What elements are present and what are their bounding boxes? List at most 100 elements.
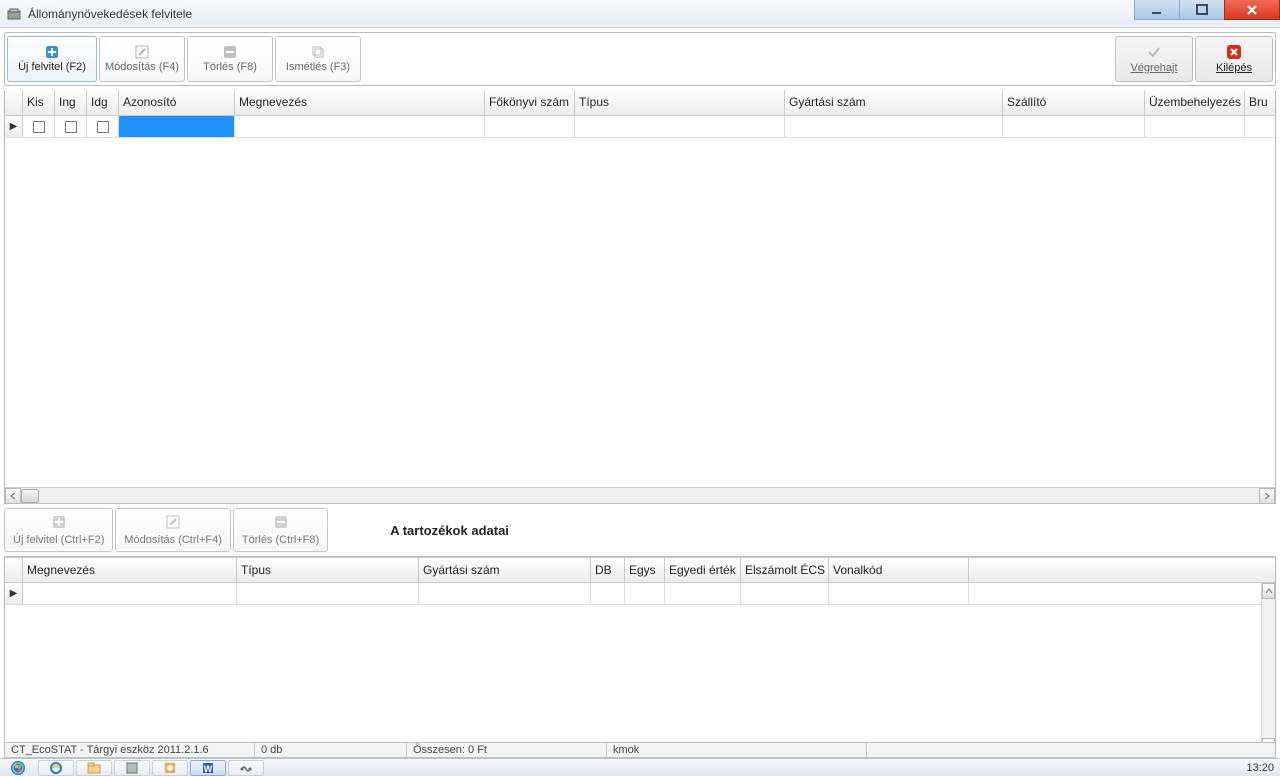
detail-new-button[interactable]: Új felvitel (Ctrl+F2): [4, 508, 113, 552]
row-marker-header: [5, 558, 23, 582]
dcell-tipus[interactable]: [237, 583, 419, 604]
checkbox[interactable]: [65, 121, 77, 133]
dcell-egyedi-ertek[interactable]: [665, 583, 741, 604]
dcol-megnevezes[interactable]: Megnevezés: [23, 558, 237, 582]
close-icon: [1226, 44, 1242, 60]
dcol-egyedi-ertek[interactable]: Egyedi érték: [665, 558, 741, 582]
detail-new-label: Új felvitel (Ctrl+F2): [13, 534, 104, 546]
taskbar-ie-icon[interactable]: [38, 760, 74, 776]
detail-edit-label: Módosítás (Ctrl+F4): [124, 534, 222, 546]
scroll-up-button[interactable]: [1262, 583, 1275, 599]
col-fokonyvi-szam[interactable]: Főkönyvi szám: [485, 90, 575, 115]
col-szallito[interactable]: Szállító: [1003, 90, 1145, 115]
col-gyartasi-szam[interactable]: Gyártási szám: [785, 90, 1003, 115]
dcol-vonalkod[interactable]: Vonalkód: [829, 558, 969, 582]
vertical-scrollbar[interactable]: [1261, 583, 1275, 754]
dcol-egys[interactable]: Egys: [625, 558, 665, 582]
check-icon: [1146, 44, 1162, 60]
edit-icon: [166, 515, 180, 532]
detail-title: A tartozékok adatai: [390, 523, 509, 538]
col-uzembehelyezes[interactable]: Üzembehelyezés: [1145, 90, 1245, 115]
dcell-elszamolt-ecs[interactable]: [741, 583, 829, 604]
cell-uzembehelyezes[interactable]: [1145, 116, 1245, 137]
detail-toolbar: Új felvitel (Ctrl+F2) Módosítás (Ctrl+F4…: [4, 506, 1276, 554]
dcell-megnevezes[interactable]: [23, 583, 237, 604]
taskbar-clock[interactable]: 13:20: [1246, 762, 1274, 774]
dcol-tipus[interactable]: Típus: [237, 558, 419, 582]
cell-ing[interactable]: [55, 116, 87, 137]
cell-fokonyvi-szam[interactable]: [485, 116, 575, 137]
minus-icon: [274, 515, 288, 532]
minus-icon: [223, 45, 237, 59]
col-brutto[interactable]: Bru: [1245, 90, 1273, 115]
edit-button-label: Módosítás (F4): [105, 61, 179, 73]
scroll-thumb[interactable]: [21, 489, 39, 503]
table-row[interactable]: ▶: [5, 116, 1275, 138]
close-button[interactable]: [1224, 0, 1280, 20]
repeat-button[interactable]: Ismétlés (F3): [275, 36, 361, 82]
main-grid: Kis Ing Idg Azonosító Megnevezés Főkönyv…: [4, 90, 1276, 504]
cell-megnevezes[interactable]: [235, 116, 485, 137]
col-tipus[interactable]: Típus: [575, 90, 785, 115]
taskbar-word-icon[interactable]: W: [190, 760, 226, 776]
cell-brutto[interactable]: [1245, 116, 1273, 137]
horizontal-scrollbar[interactable]: [5, 487, 1275, 503]
scroll-track[interactable]: [21, 488, 1259, 504]
taskbar-outlook-icon[interactable]: [152, 760, 188, 776]
checkbox[interactable]: [97, 121, 109, 133]
cell-azonosito[interactable]: [119, 116, 235, 137]
taskbar: W 13:20: [0, 758, 1280, 776]
plus-icon: [45, 45, 59, 59]
new-button[interactable]: Új felvitel (F2): [7, 36, 97, 82]
cell-szallito[interactable]: [1003, 116, 1145, 137]
status-count: 0 db: [255, 743, 407, 757]
exit-button[interactable]: Kilépés: [1195, 36, 1273, 82]
repeat-button-label: Ismétlés (F3): [286, 61, 350, 73]
taskbar-app-icon[interactable]: [114, 760, 150, 776]
col-ing[interactable]: Ing: [55, 90, 87, 115]
current-row-marker: ▶: [5, 583, 23, 604]
detail-grid: Megnevezés Típus Gyártási szám DB Egys E…: [4, 556, 1276, 754]
col-azonosito[interactable]: Azonosító: [119, 90, 235, 115]
col-megnevezes[interactable]: Megnevezés: [235, 90, 485, 115]
start-button[interactable]: [0, 759, 36, 777]
execute-button-label: Végrehajt: [1130, 62, 1177, 74]
col-kis[interactable]: Kis: [23, 90, 55, 115]
scroll-right-button[interactable]: [1259, 488, 1275, 504]
edit-button[interactable]: Módosítás (F4): [99, 36, 185, 82]
delete-button-label: Törlés (F8): [203, 61, 257, 73]
app-icon: [6, 6, 22, 22]
detail-delete-button[interactable]: Törlés (Ctrl+F8): [233, 508, 328, 552]
main-grid-header: Kis Ing Idg Azonosító Megnevezés Főkönyv…: [5, 90, 1275, 116]
dcol-gyartasi-szam[interactable]: Gyártási szám: [419, 558, 591, 582]
cell-gyartasi-szam[interactable]: [785, 116, 1003, 137]
scroll-left-button[interactable]: [5, 488, 21, 504]
titlebar: Állománynövekedések felvitele: [0, 0, 1280, 28]
taskbar-explorer-icon[interactable]: [76, 760, 112, 776]
window-buttons: [1135, 0, 1280, 20]
maximize-button[interactable]: [1179, 0, 1225, 20]
delete-button[interactable]: Törlés (F8): [187, 36, 273, 82]
dcell-db[interactable]: [591, 583, 625, 604]
cell-tipus[interactable]: [575, 116, 785, 137]
main-toolbar: Új felvitel (F2) Módosítás (F4) Törlés (…: [4, 32, 1276, 86]
cell-idg[interactable]: [87, 116, 119, 137]
row-marker-header: [5, 90, 23, 115]
dcol-db[interactable]: DB: [591, 558, 625, 582]
minimize-button[interactable]: [1134, 0, 1180, 20]
dcol-elszamolt-ecs[interactable]: Elszámolt ÉCS: [741, 558, 829, 582]
dcell-gyartasi-szam[interactable]: [419, 583, 591, 604]
dcell-vonalkod[interactable]: [829, 583, 969, 604]
svg-text:W: W: [204, 764, 213, 774]
table-row[interactable]: ▶: [5, 583, 1275, 605]
execute-button[interactable]: Végrehajt: [1115, 36, 1193, 82]
exit-button-label: Kilépés: [1216, 62, 1252, 74]
detail-edit-button[interactable]: Módosítás (Ctrl+F4): [115, 508, 231, 552]
dcell-egys[interactable]: [625, 583, 665, 604]
col-idg[interactable]: Idg: [87, 90, 119, 115]
cell-kis[interactable]: [23, 116, 55, 137]
plus-icon: [52, 515, 66, 532]
checkbox[interactable]: [33, 121, 45, 133]
taskbar-app2-icon[interactable]: [228, 760, 264, 776]
current-row-marker: ▶: [5, 116, 23, 137]
